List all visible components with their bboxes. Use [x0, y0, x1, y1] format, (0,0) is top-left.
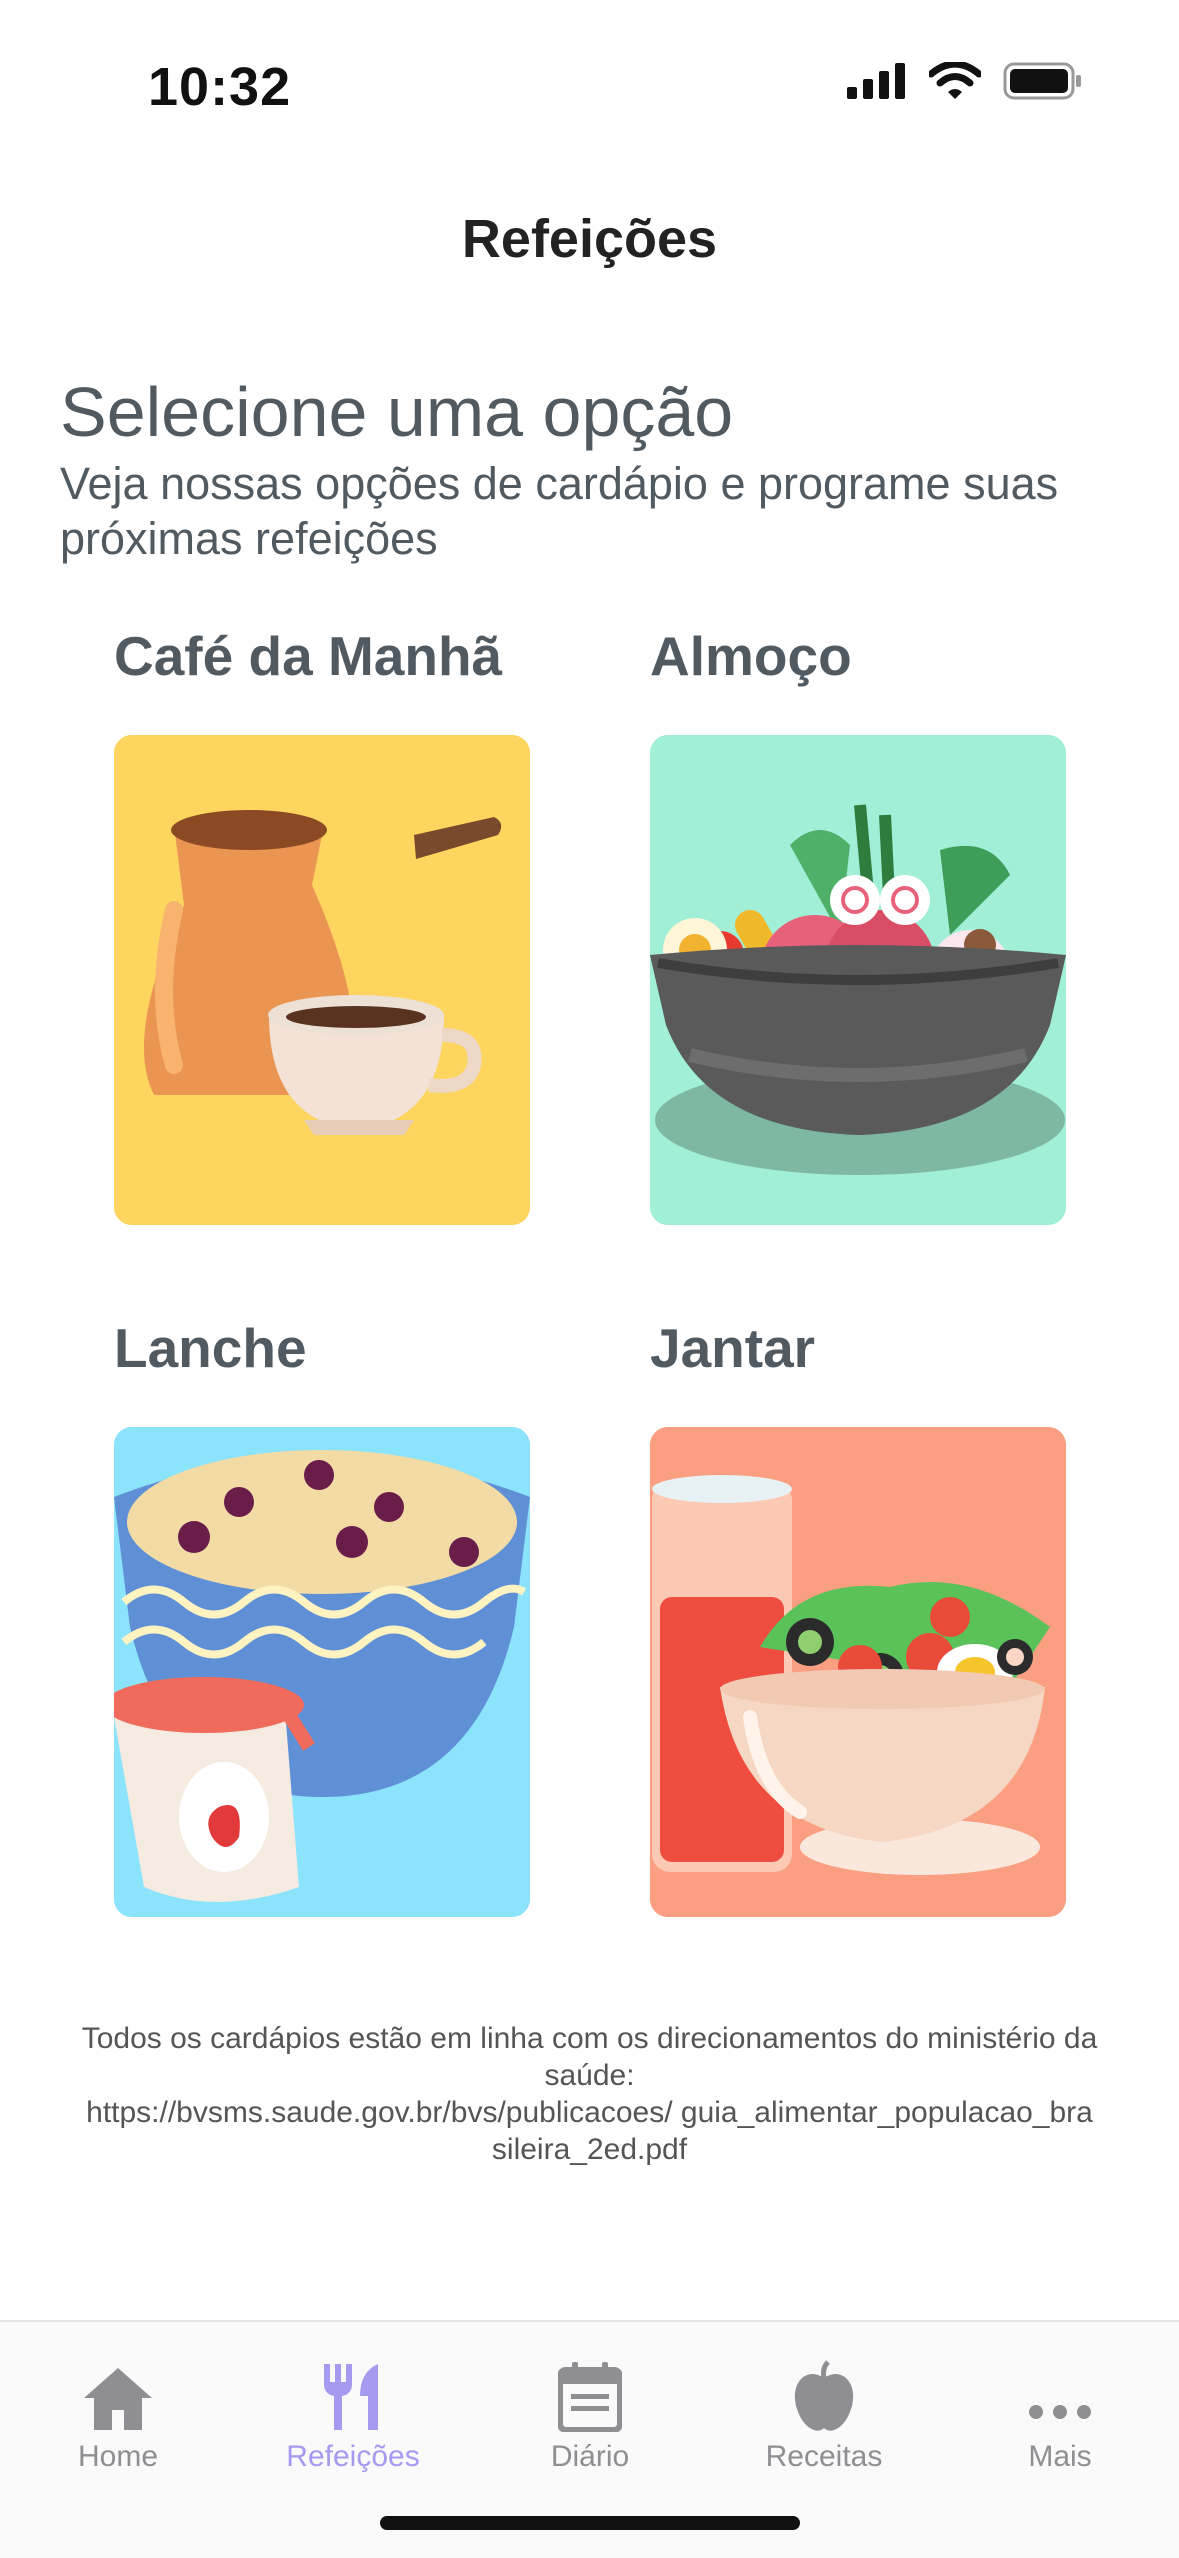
- meal-card-breakfast[interactable]: [114, 735, 530, 1225]
- guidelines-link[interactable]: https://bvsms.saude.gov.br/bvs/publicaco…: [80, 2094, 1099, 2168]
- meal-card-snack[interactable]: [114, 1427, 530, 1917]
- status-time: 10:32: [148, 57, 292, 117]
- section-subtitle: Veja nossas opções de cardápio e program…: [60, 458, 1059, 564]
- status-icons: [847, 62, 1083, 100]
- house-icon: [84, 2368, 152, 2430]
- meal-label-breakfast: Café da Manhã: [114, 625, 503, 687]
- tab-receitas-label: Receitas: [765, 2440, 883, 2473]
- tab-refeicoes-label: Refeições: [286, 2440, 420, 2473]
- guidelines-text: Todos os cardápios estão em linha com os…: [81, 2022, 1098, 2092]
- tab-refeicoes[interactable]: Refeições: [253, 2342, 453, 2474]
- bowl-illustration: [650, 735, 1066, 1225]
- guidelines-note: Todos os cardápios estão em linha com os…: [80, 2020, 1099, 2168]
- tab-home-label: Home: [77, 2440, 159, 2473]
- meal-card-dinner[interactable]: [650, 1427, 1066, 1917]
- tab-mais[interactable]: Mais: [960, 2342, 1160, 2474]
- tab-mais-label: Mais: [1028, 2440, 1092, 2473]
- meal-label-dinner: Jantar: [650, 1317, 816, 1379]
- fork-knife-icon: [324, 2364, 378, 2430]
- tab-diario[interactable]: Diário: [490, 2342, 690, 2474]
- tab-diario-label: Diário: [550, 2440, 630, 2473]
- meal-label-snack: Lanche: [114, 1317, 307, 1379]
- wifi-icon: [929, 62, 981, 99]
- tab-home[interactable]: Home: [18, 2342, 218, 2474]
- apple-icon: [794, 2360, 854, 2431]
- salad-juice-illustration: [650, 1427, 1066, 1917]
- page-title: Refeições: [461, 209, 718, 269]
- home-indicator[interactable]: [380, 2516, 800, 2530]
- calendar-icon: [558, 2362, 622, 2432]
- tab-receitas[interactable]: Receitas: [724, 2342, 924, 2474]
- meal-card-lunch[interactable]: [650, 735, 1066, 1225]
- oatmeal-yogurt-illustration: [114, 1427, 530, 1917]
- meal-label-lunch: Almoço: [650, 625, 852, 687]
- coffee-pot-illustration: [114, 735, 530, 1225]
- signal-icon: [847, 63, 905, 99]
- more-dots-icon: [1029, 2405, 1091, 2419]
- section-heading: Selecione uma opção: [60, 373, 734, 451]
- battery-icon: [1003, 62, 1081, 100]
